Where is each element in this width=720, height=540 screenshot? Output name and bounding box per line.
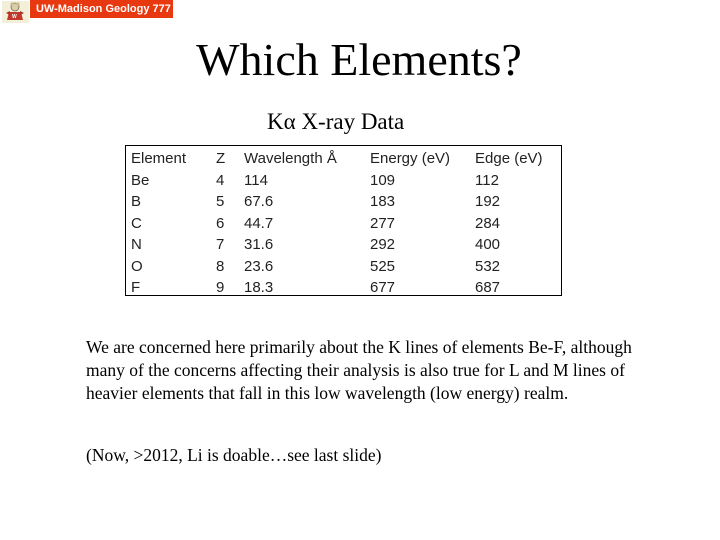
cell-energy: 677 xyxy=(370,279,396,296)
cell-edge: 687 xyxy=(475,279,501,296)
cell-wavelength: 31.6 xyxy=(244,236,274,253)
header-z: Z xyxy=(216,150,226,167)
body-paragraph: We are concerned here primarily about th… xyxy=(86,337,632,403)
cell-edge: 400 xyxy=(475,236,501,253)
caption-rest: X-ray Data xyxy=(295,109,405,134)
cell-wavelength: 18.3 xyxy=(244,279,274,296)
badger-mascot-logo: W xyxy=(2,1,29,23)
column-element: Element Be B C N O F xyxy=(131,148,186,299)
column-energy: Energy (eV) 109 183 277 292 525 677 xyxy=(370,148,450,299)
cell-wavelength: 67.6 xyxy=(244,193,274,210)
kalpha-data-table: Element Be B C N O F Z 4 5 6 7 8 9 Wavel… xyxy=(125,145,562,296)
cell-z: 5 xyxy=(216,193,225,210)
cell-edge: 192 xyxy=(475,193,501,210)
column-wavelength: Wavelength Å 114 67.6 44.7 31.6 23.6 18.… xyxy=(244,148,337,299)
cell-energy: 292 xyxy=(370,236,396,253)
caption-alpha-symbol: α xyxy=(283,109,296,134)
cell-edge: 284 xyxy=(475,214,501,232)
header-element: Element xyxy=(131,150,187,167)
cell-wavelength: 44.7 xyxy=(244,214,274,232)
header-edge: Edge (eV) xyxy=(475,150,543,167)
cell-z: 9 xyxy=(216,279,225,296)
course-banner: UW-Madison Geology 777 xyxy=(30,0,173,18)
badger-mascot-icon: W xyxy=(6,2,24,20)
caption-k: K xyxy=(267,109,284,134)
svg-text:W: W xyxy=(12,14,17,20)
column-edge: Edge (eV) 112 192 284 400 532 687 xyxy=(475,148,543,299)
cell-z: 4 xyxy=(216,171,225,189)
cell-z: 7 xyxy=(216,236,225,253)
cell-energy: 109 xyxy=(370,171,396,189)
cell-element: F xyxy=(131,279,141,296)
table-caption: Kα X-ray Data xyxy=(267,109,404,135)
cell-energy: 277 xyxy=(370,214,396,232)
column-z: Z 4 5 6 7 8 9 xyxy=(216,148,225,299)
cell-wavelength: 23.6 xyxy=(244,257,274,275)
cell-energy: 183 xyxy=(370,193,396,210)
cell-element: B xyxy=(131,193,142,210)
header-wavelength: Wavelength Å xyxy=(244,150,337,167)
cell-z: 8 xyxy=(216,257,225,275)
cell-element: O xyxy=(131,257,143,275)
cell-edge: 532 xyxy=(475,257,501,275)
cell-z: 6 xyxy=(216,214,225,232)
cell-edge: 112 xyxy=(475,171,499,189)
cell-wavelength: 114 xyxy=(244,171,268,189)
cell-element: C xyxy=(131,214,142,232)
note-paragraph: (Now, >2012, Li is doable…see last slide… xyxy=(86,445,382,465)
slide-title: Which Elements? xyxy=(196,34,522,85)
header-energy: Energy (eV) xyxy=(370,150,451,167)
cell-element: Be xyxy=(131,171,150,189)
cell-energy: 525 xyxy=(370,257,396,275)
cell-element: N xyxy=(131,236,142,253)
